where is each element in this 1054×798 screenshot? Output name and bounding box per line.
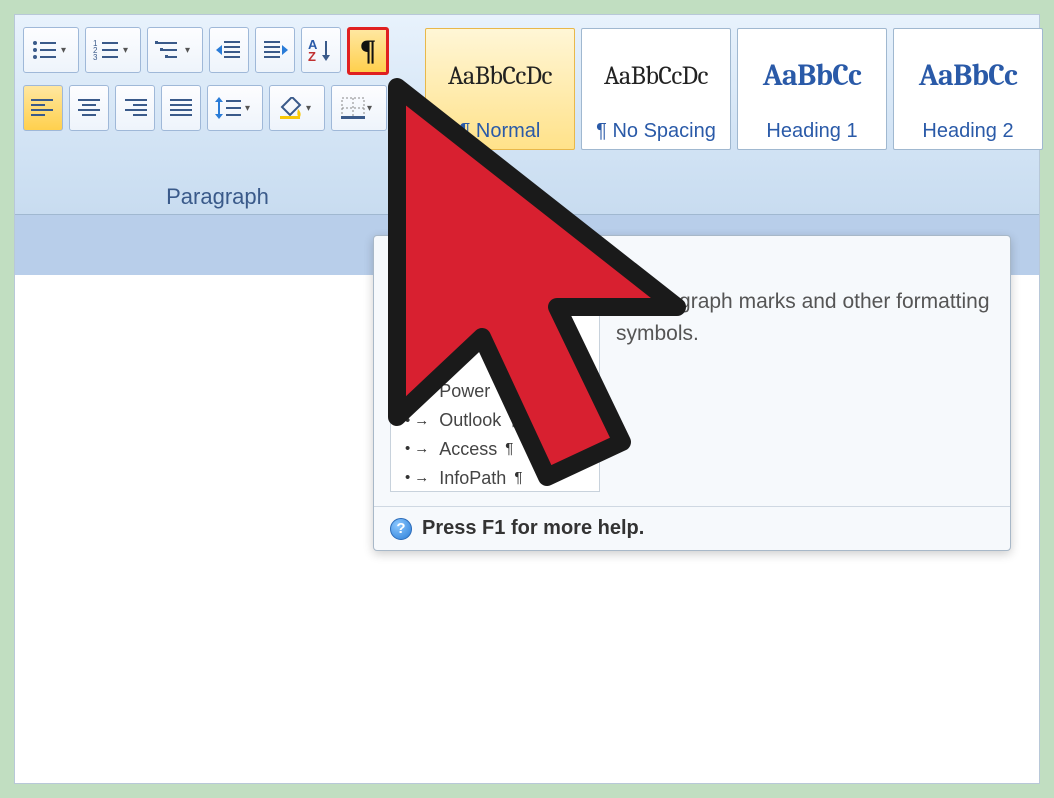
style-preview: AaBbCcDc bbox=[448, 35, 552, 116]
numbering-icon: 1 2 3 bbox=[93, 39, 121, 61]
tooltip-title: Sh bbox=[390, 248, 418, 273]
style-preview: AaBbCcDc bbox=[604, 35, 708, 116]
align-left-icon bbox=[31, 98, 55, 118]
style-name: Heading 1 bbox=[766, 120, 857, 143]
ribbon: ▾ 1 2 3 ▾ bbox=[15, 15, 1039, 215]
align-right-button[interactable] bbox=[115, 85, 155, 131]
style-name: ¶ No Spacing bbox=[596, 120, 716, 143]
style-name: Heading 2 bbox=[922, 120, 1013, 143]
paragraph-group-label: Paragraph bbox=[15, 184, 420, 210]
borders-button[interactable]: ▾ bbox=[331, 85, 387, 131]
justify-icon bbox=[169, 98, 193, 118]
chevron-down-icon: ▾ bbox=[123, 45, 133, 56]
style-preview: AaBbCc bbox=[919, 35, 1017, 116]
list-item bbox=[405, 329, 589, 353]
style-tile-heading-1[interactable]: AaBbCc Heading 1 bbox=[737, 28, 887, 150]
sort-button[interactable]: A Z bbox=[301, 27, 341, 73]
chevron-down-icon: ▾ bbox=[367, 103, 377, 114]
tooltip-description: w paragraph marks and other formatting s… bbox=[616, 282, 994, 492]
decrease-indent-button[interactable] bbox=[209, 27, 249, 73]
svg-text:Z: Z bbox=[308, 49, 316, 62]
paint-bucket-icon bbox=[278, 97, 304, 119]
align-center-button[interactable] bbox=[69, 85, 109, 131]
multilevel-list-button[interactable]: ▾ bbox=[147, 27, 203, 73]
chevron-down-icon: ▾ bbox=[245, 103, 255, 114]
bullets-button[interactable]: ▾ bbox=[23, 27, 79, 73]
align-left-button[interactable] bbox=[23, 85, 63, 131]
sort-icon: A Z bbox=[308, 38, 334, 62]
style-tile-heading-2[interactable]: AaBbCc Heading 2 bbox=[893, 28, 1043, 150]
chevron-down-icon: ▾ bbox=[185, 45, 195, 56]
increase-indent-icon bbox=[262, 39, 288, 61]
app-frame: ▾ 1 2 3 ▾ bbox=[14, 14, 1040, 784]
justify-button[interactable] bbox=[161, 85, 201, 131]
align-right-icon bbox=[123, 98, 147, 118]
style-name: ¶ Normal bbox=[460, 120, 541, 143]
line-spacing-button[interactable]: ▾ bbox=[207, 85, 263, 131]
help-icon: ? bbox=[390, 518, 412, 540]
list-item: Outlook bbox=[405, 406, 589, 435]
tooltip: Sh M Power Outlook Access InfoPath w par… bbox=[373, 235, 1011, 551]
numbering-button[interactable]: 1 2 3 ▾ bbox=[85, 27, 141, 73]
multilevel-icon bbox=[155, 39, 183, 61]
shading-button[interactable]: ▾ bbox=[269, 85, 325, 131]
chevron-down-icon: ▾ bbox=[61, 45, 71, 56]
style-preview: AaBbCc bbox=[763, 35, 861, 116]
list-item: InfoPath bbox=[405, 464, 589, 493]
show-hide-formatting-button[interactable]: ¶ bbox=[347, 27, 389, 75]
styles-gallery[interactable]: AaBbCcDc ¶ Normal AaBbCcDc ¶ No Spacing … bbox=[425, 28, 1043, 150]
borders-icon bbox=[341, 97, 365, 119]
tooltip-thumb-title: M bbox=[405, 293, 589, 323]
chevron-down-icon: ▾ bbox=[306, 103, 316, 114]
list-item: Power bbox=[405, 377, 589, 406]
align-center-icon bbox=[77, 98, 101, 118]
paragraph-row-2: ▾ ▾ ▾ bbox=[15, 81, 420, 137]
tooltip-help-text: Press F1 for more help. bbox=[422, 517, 644, 540]
svg-text:3: 3 bbox=[93, 53, 98, 61]
style-tile-normal[interactable]: AaBbCcDc ¶ Normal bbox=[425, 28, 575, 150]
list-item bbox=[405, 353, 589, 377]
bullets-icon bbox=[31, 39, 59, 61]
style-tile-no-spacing[interactable]: AaBbCcDc ¶ No Spacing bbox=[581, 28, 731, 150]
tooltip-thumbnail: M Power Outlook Access InfoPath bbox=[390, 282, 600, 492]
line-spacing-icon bbox=[215, 97, 243, 119]
tooltip-footer: ? Press F1 for more help. bbox=[374, 506, 1010, 550]
decrease-indent-icon bbox=[216, 39, 242, 61]
increase-indent-button[interactable] bbox=[255, 27, 295, 73]
paragraph-group: ▾ 1 2 3 ▾ bbox=[15, 15, 420, 215]
paragraph-row-1: ▾ 1 2 3 ▾ bbox=[15, 15, 420, 81]
list-item: Access bbox=[405, 435, 589, 464]
pilcrow-icon: ¶ bbox=[360, 34, 376, 68]
